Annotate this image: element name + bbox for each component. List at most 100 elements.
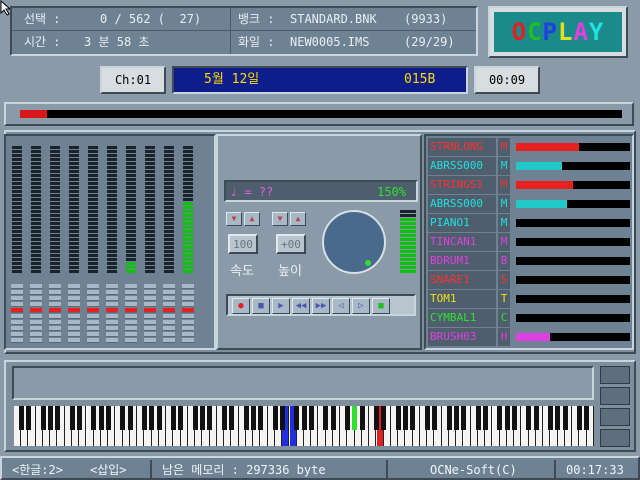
side-button-3[interactable] [600, 408, 630, 426]
piano-black-key[interactable] [359, 406, 365, 430]
piano-black-key[interactable] [91, 406, 97, 430]
piano-keyboard[interactable] [14, 406, 594, 446]
speed-up-button[interactable]: ▲ [244, 212, 260, 226]
pitch-up-button[interactable]: ▲ [290, 212, 306, 226]
piano-black-key[interactable] [192, 406, 198, 430]
piano-black-key[interactable] [424, 406, 430, 430]
piano-black-key[interactable] [461, 406, 466, 430]
channel-pan-slider[interactable] [106, 284, 118, 346]
piano-black-key[interactable] [453, 406, 459, 430]
piano-black-key[interactable] [98, 406, 104, 430]
side-button-1[interactable] [600, 366, 630, 384]
piano-black-key[interactable] [178, 406, 184, 430]
instrument-row[interactable]: ABRSS000 M [428, 195, 632, 214]
piano-black-key[interactable] [301, 406, 307, 430]
piano-black-key[interactable] [497, 406, 503, 430]
piano-black-key[interactable] [272, 406, 278, 430]
pitch-down-button[interactable]: ▼ [272, 212, 288, 226]
piano-black-key[interactable] [555, 406, 561, 430]
piano-black-key[interactable] [149, 406, 155, 430]
piano-black-key[interactable] [446, 406, 452, 430]
piano-black-key[interactable] [156, 406, 162, 430]
play-pause-button[interactable]: ▶ [272, 298, 290, 314]
instrument-row[interactable]: TOM1 T [428, 290, 632, 309]
rewind-button[interactable]: ◀◀ [292, 298, 310, 314]
stop-button[interactable]: ■ [252, 298, 270, 314]
piano-black-key[interactable] [374, 406, 379, 430]
instrument-row[interactable]: SNARE1 S [428, 271, 632, 290]
piano-black-key[interactable] [395, 406, 401, 430]
record-button[interactable]: ● [232, 298, 250, 314]
instrument-row[interactable]: PIANO1 M [428, 214, 632, 233]
instrument-row[interactable]: ABRSS000 M [428, 157, 632, 176]
piano-black-key[interactable] [475, 406, 481, 430]
piano-black-key[interactable] [432, 406, 437, 430]
pitch-value[interactable]: +00 [276, 234, 306, 254]
piano-black-key[interactable] [105, 406, 111, 430]
piano-black-key[interactable] [294, 406, 300, 430]
piano-black-key[interactable] [26, 406, 31, 430]
channel-pan-slider[interactable] [30, 284, 42, 346]
piano-black-key[interactable] [243, 406, 249, 430]
piano-black-key[interactable] [352, 406, 358, 430]
instrument-row[interactable]: BRUSH03 H [428, 328, 632, 347]
piano-black-key[interactable] [221, 406, 227, 430]
channel-pan-slider[interactable] [49, 284, 61, 346]
piano-black-key[interactable] [76, 406, 82, 430]
instrument-row[interactable]: BDRUM1 B [428, 252, 632, 271]
piano-black-key[interactable] [504, 406, 510, 430]
piano-black-key[interactable] [127, 406, 133, 430]
volume-dial[interactable] [322, 210, 386, 274]
speed-value[interactable]: 100 [228, 234, 258, 254]
channel-pan-slider[interactable] [125, 284, 137, 346]
piano-black-key[interactable] [403, 406, 408, 430]
instrument-row[interactable]: CYMBAL1 C [428, 309, 632, 328]
piano-black-key[interactable] [250, 406, 256, 430]
piano-black-key[interactable] [279, 406, 285, 430]
speed-down-button[interactable]: ▼ [226, 212, 242, 226]
side-button-2[interactable] [600, 387, 630, 405]
previous-button[interactable]: ◁ [332, 298, 350, 314]
piano-black-key[interactable] [345, 406, 350, 430]
piano-black-key[interactable] [562, 406, 568, 430]
channel-pan-slider[interactable] [144, 284, 156, 346]
channel-pan-slider[interactable] [68, 284, 80, 346]
piano-black-key[interactable] [47, 406, 53, 430]
piano-black-key[interactable] [69, 406, 75, 430]
piano-black-key[interactable] [200, 406, 205, 430]
fast-forward-button[interactable]: ▶▶ [312, 298, 330, 314]
piano-black-key[interactable] [171, 406, 176, 430]
piano-black-key[interactable] [548, 406, 553, 430]
piano-black-key[interactable] [258, 406, 263, 430]
channel-pan-slider[interactable] [163, 284, 175, 346]
channel-pan-slider[interactable] [87, 284, 99, 346]
piano-black-key[interactable] [229, 406, 234, 430]
piano-black-key[interactable] [533, 406, 539, 430]
piano-black-key[interactable] [207, 406, 213, 430]
channel-display[interactable]: Ch:01 [100, 66, 166, 94]
piano-black-key[interactable] [120, 406, 126, 430]
side-button-4[interactable] [600, 429, 630, 447]
piano-black-key[interactable] [526, 406, 532, 430]
piano-black-key[interactable] [577, 406, 582, 430]
piano-black-key[interactable] [18, 406, 24, 430]
eject-button[interactable]: ■ [372, 298, 390, 314]
piano-black-key[interactable] [40, 406, 46, 430]
channel-pan-slider[interactable] [11, 284, 23, 346]
piano-black-key[interactable] [511, 406, 517, 430]
instrument-row[interactable]: STRINGS1 M [428, 176, 632, 195]
piano-black-key[interactable] [308, 406, 314, 430]
piano-black-key[interactable] [323, 406, 329, 430]
progress-bar[interactable] [20, 110, 622, 118]
channel-pan-slider[interactable] [182, 284, 194, 346]
next-button[interactable]: ▷ [352, 298, 370, 314]
piano-black-key[interactable] [410, 406, 416, 430]
piano-black-key[interactable] [142, 406, 147, 430]
piano-black-key[interactable] [330, 406, 336, 430]
piano-black-key[interactable] [482, 406, 488, 430]
piano-black-key[interactable] [55, 406, 60, 430]
instrument-row[interactable]: STRNLONG M [428, 138, 632, 157]
instrument-row[interactable]: TINCAN1 M [428, 233, 632, 252]
piano-black-key[interactable] [584, 406, 590, 430]
piano-black-key[interactable] [381, 406, 387, 430]
